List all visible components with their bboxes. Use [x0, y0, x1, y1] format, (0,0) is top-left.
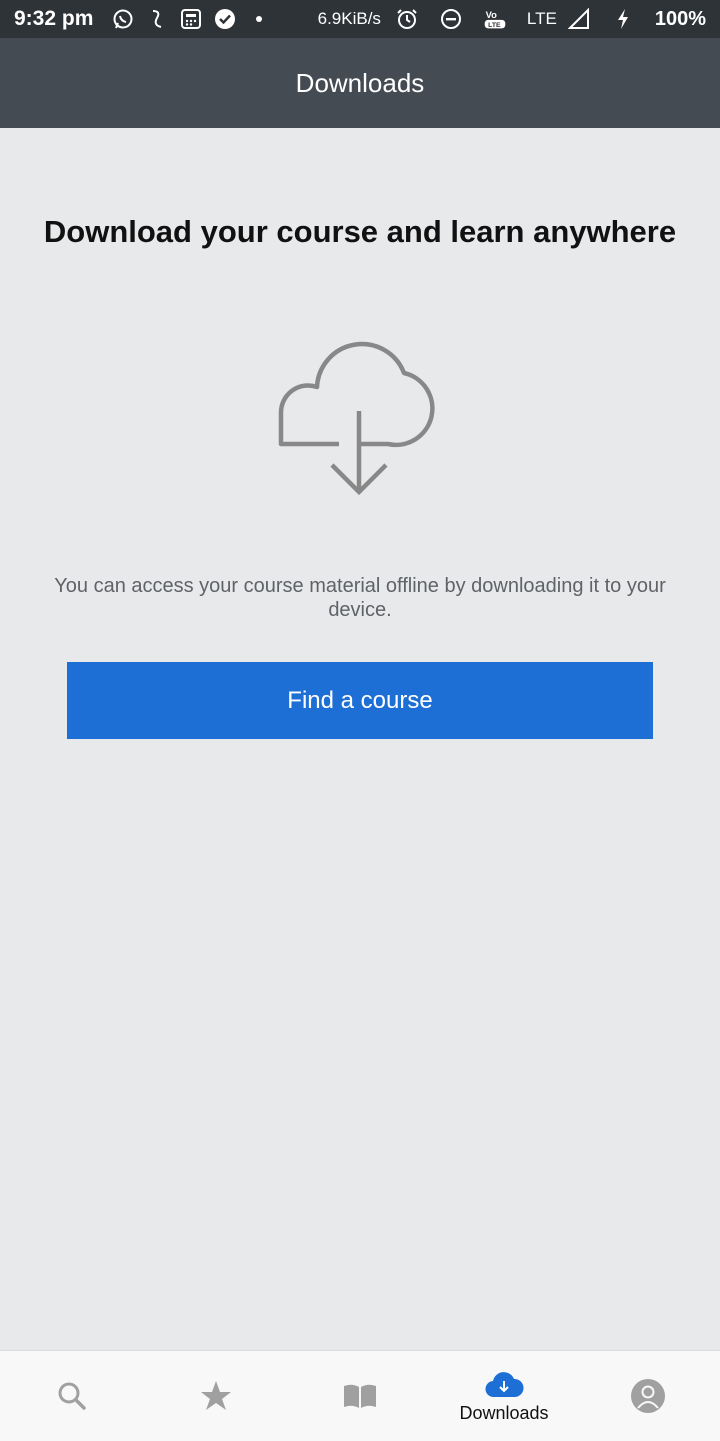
charging-icon	[611, 7, 635, 31]
more-notifications-dot-icon	[247, 7, 271, 31]
find-course-button[interactable]: Find a course	[67, 662, 653, 739]
nav-item-my-courses[interactable]	[288, 1351, 432, 1441]
network-speed: 6.9KiB/s	[317, 9, 381, 28]
network-type: LTE	[526, 9, 557, 28]
status-bar: 9:32 pm 6.9KiB/s Vo LTE LTE 100%	[0, 0, 720, 38]
calculator-icon	[179, 7, 203, 31]
nav-item-featured[interactable]	[144, 1351, 288, 1441]
svg-text:LTE: LTE	[488, 22, 501, 29]
app-bar: Downloads	[0, 38, 720, 128]
search-icon	[58, 1382, 86, 1410]
page-title: Downloads	[295, 67, 425, 98]
do-not-disturb-icon	[439, 7, 463, 31]
nav-item-profile[interactable]	[576, 1351, 720, 1441]
book-icon	[344, 1384, 376, 1408]
app-notification-icon	[145, 7, 169, 31]
nav-item-label: Downloads	[459, 1402, 549, 1423]
profile-icon	[631, 1379, 665, 1413]
battery-level: 100%	[654, 7, 706, 30]
alarm-icon	[395, 7, 419, 31]
nav-item-downloads[interactable]: Downloads	[432, 1351, 576, 1441]
svg-text:Vo: Vo	[485, 9, 497, 20]
whatsapp-icon	[111, 7, 135, 31]
star-icon	[201, 1381, 231, 1410]
bottom-navigation: Downloads	[0, 1350, 720, 1441]
cloud-download-icon	[485, 1371, 524, 1397]
check-circle-icon	[213, 7, 237, 31]
volte-icon: Vo LTE	[483, 7, 507, 31]
nav-item-search[interactable]	[0, 1351, 144, 1441]
empty-state-headline: Download your course and learn anywhere	[43, 214, 677, 249]
signal-icon	[567, 7, 591, 31]
empty-state-description: You can access your course material offl…	[54, 575, 666, 621]
cloud-download-icon	[270, 325, 450, 505]
status-time: 9:32 pm	[14, 7, 94, 30]
